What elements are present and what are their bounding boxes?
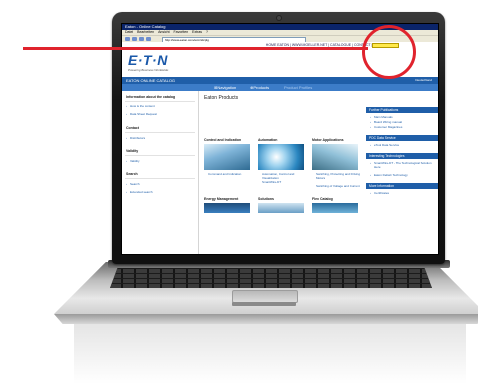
panel-heading: More Information xyxy=(366,183,438,189)
product-image[interactable] xyxy=(258,203,304,213)
menu-item[interactable]: Extras xyxy=(192,30,202,34)
panel-link[interactable]: Customer Magazines xyxy=(370,125,402,129)
product-image[interactable] xyxy=(258,144,304,170)
tab-products-label: Products xyxy=(253,85,270,90)
panel-link[interactable]: Board Wiring manual xyxy=(370,120,402,124)
product-image[interactable] xyxy=(312,144,358,170)
right-sidebar: Further Publications Main Manuals Board … xyxy=(366,91,438,254)
divider xyxy=(125,132,195,133)
section-title[interactable]: Control and Indication xyxy=(204,138,241,142)
validity-heading: Validity xyxy=(126,149,139,153)
refresh-icon[interactable] xyxy=(139,37,144,41)
panel-link[interactable]: Eaton DeltaC Technology xyxy=(370,173,434,177)
search-heading: Search xyxy=(126,172,138,176)
sidebar-link[interactable]: Search xyxy=(126,182,139,186)
back-icon[interactable] xyxy=(125,37,130,41)
section-title[interactable]: Automation xyxy=(258,138,277,142)
tagline: Powering Business Worldwide xyxy=(128,68,169,72)
catalog-title: EATON ONLINE CATALOG xyxy=(126,78,176,83)
panel-link[interactable]: SmartWire-DT - The Technological Solutio… xyxy=(370,161,434,169)
info-heading: Information about the catalog xyxy=(126,95,176,99)
sidebar-link[interactable]: Extended search xyxy=(126,190,152,194)
section-link[interactable]: Switching of Voltage and Current xyxy=(316,184,362,188)
tab-navigation-label: Navigation xyxy=(217,85,237,90)
forward-icon[interactable] xyxy=(132,37,137,41)
divider xyxy=(125,101,195,102)
sidebar-link[interactable]: Distributors xyxy=(126,136,145,140)
section-link[interactable]: Switching, Protecting and Driving Motors xyxy=(316,172,362,180)
panel-heading: Further Publications xyxy=(366,107,438,113)
section-title[interactable]: Motor Applications xyxy=(312,138,344,142)
annotation-pointer-line xyxy=(23,47,368,50)
product-image[interactable] xyxy=(204,144,250,170)
left-sidebar: Information about the catalog How is the… xyxy=(122,91,199,254)
menu-item[interactable]: Datei xyxy=(125,30,133,34)
laptop-front-edge xyxy=(54,314,478,324)
divider xyxy=(125,155,195,156)
panel-heading: PDC Data Service xyxy=(366,135,438,141)
section-link[interactable]: Automation, Control and Visualization xyxy=(262,172,306,180)
panel-link[interactable]: Main Manuals xyxy=(370,115,393,119)
menu-item[interactable]: Favoriten xyxy=(174,30,189,34)
divider xyxy=(125,178,195,179)
panel-heading: Interesting Technologies xyxy=(366,153,438,159)
menu-item[interactable]: ? xyxy=(206,30,208,34)
country-selector[interactable]: Deutschland xyxy=(415,77,432,84)
contact-heading: Contact xyxy=(126,126,140,130)
section-title[interactable]: Solutions xyxy=(258,197,274,201)
tab-products[interactable]: ⊕ Products xyxy=(250,84,269,91)
sidebar-link[interactable]: Validity xyxy=(126,159,140,163)
menu-item[interactable]: Ansicht xyxy=(158,30,169,34)
tab-navigation[interactable]: ⊞ Navigation xyxy=(214,84,236,91)
sidebar-link[interactable]: Data Sheet Request xyxy=(126,112,157,116)
menu-item[interactable]: Bearbeiten xyxy=(137,30,154,34)
webcam xyxy=(277,16,281,20)
section-link[interactable]: SmartWire-DT xyxy=(262,180,306,184)
section-title[interactable]: Flex Catalog xyxy=(312,197,333,201)
section-link[interactable]: Command and Indication xyxy=(208,172,252,176)
sidebar-link[interactable]: How is the content xyxy=(126,104,155,108)
panel-link[interactable]: Certificates xyxy=(370,191,389,195)
eaton-logo[interactable]: E·T·N xyxy=(128,52,168,68)
section-title[interactable]: Energy Management xyxy=(204,197,238,201)
product-image[interactable] xyxy=(312,203,358,213)
panel-link[interactable]: eTool Data Service xyxy=(370,143,399,147)
annotation-highlight-circle xyxy=(362,25,416,79)
page-title: Eaton Products xyxy=(204,95,239,101)
touchpad-buttons xyxy=(232,302,296,306)
home-icon[interactable] xyxy=(146,37,151,41)
product-image[interactable] xyxy=(204,203,250,213)
tab-product-profiles[interactable]: Product Profiles xyxy=(284,84,312,91)
desk-reflection xyxy=(74,324,466,384)
nav-bar: ⊞ Navigation ⊕ Products Product Profiles xyxy=(122,84,438,91)
